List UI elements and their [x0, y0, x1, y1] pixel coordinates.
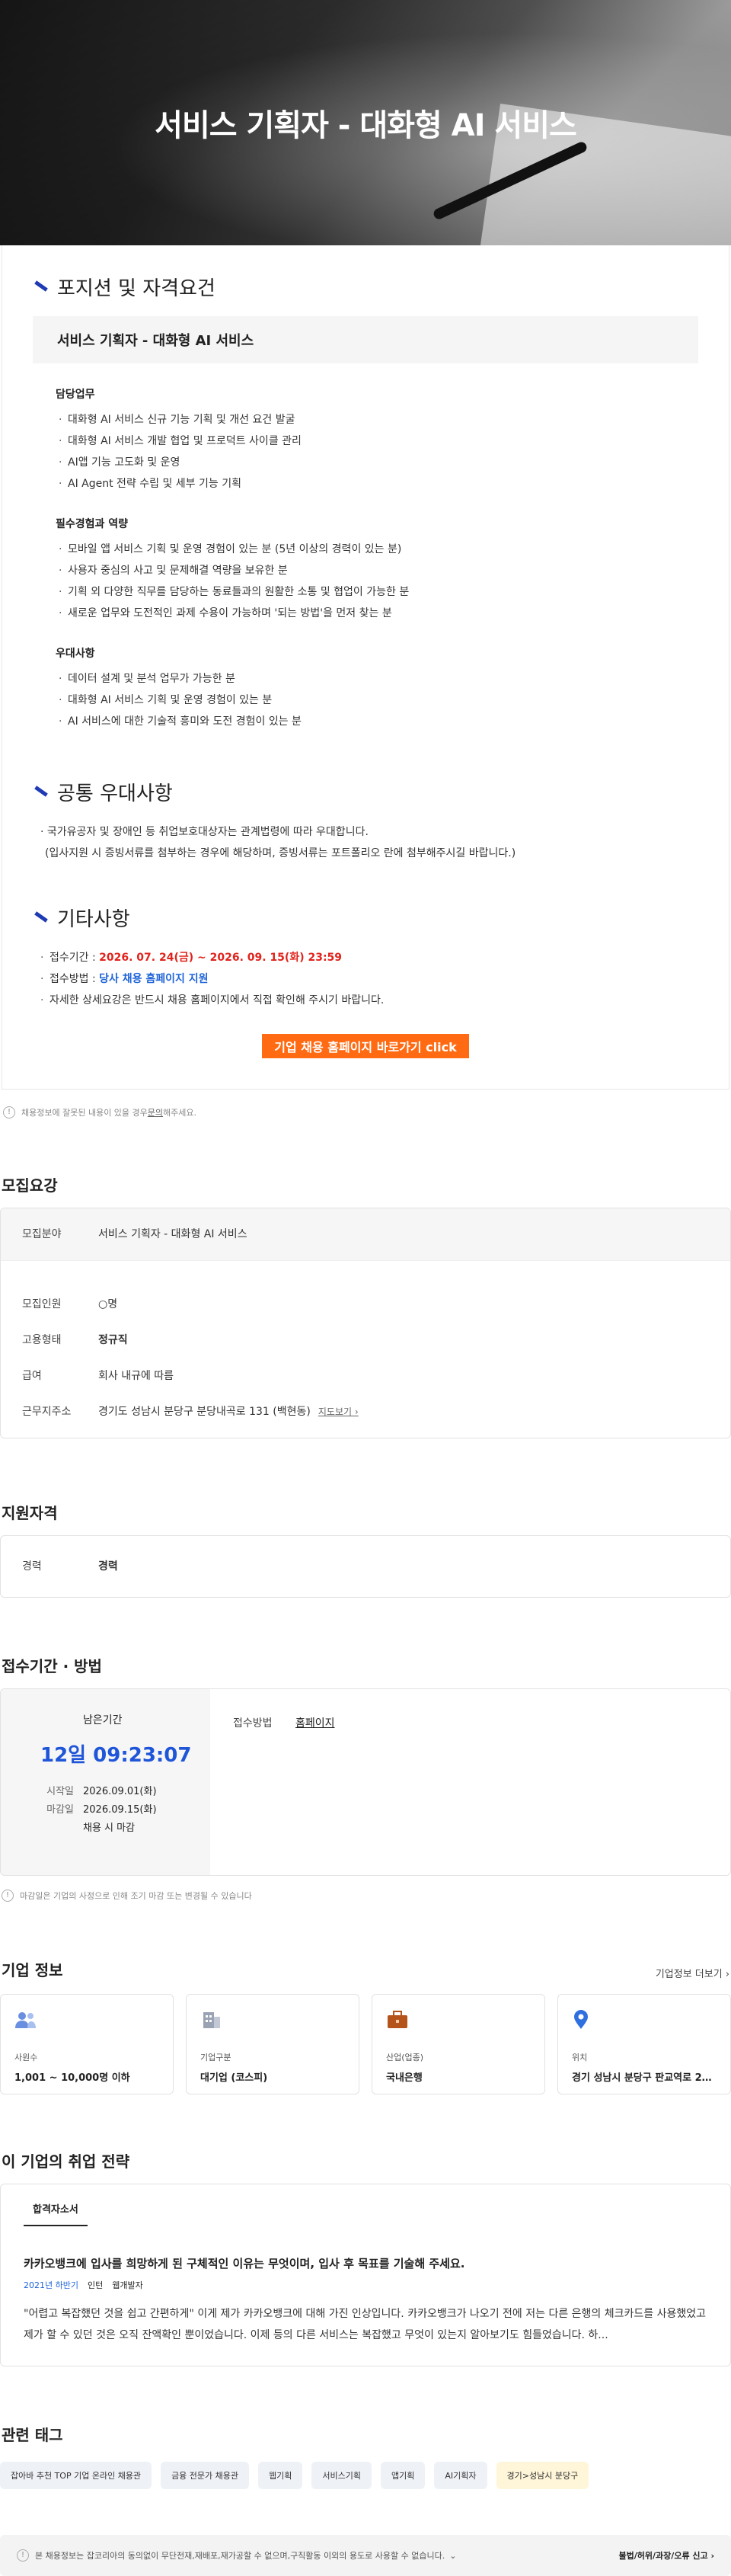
remaining-period-panel: 남은기간 12일 09:23:07 시작일 2026.09.01(화) 마감일 20… — [1, 1689, 210, 1875]
company-more-link[interactable]: 기업정보 더보기 › — [656, 1966, 729, 1980]
footer-bar: ! 본 채용정보는 잡코리아의 동의없이 무단전재,재배포,재가공할 수 없으며,… — [0, 2535, 731, 2576]
common-preference: · 국가유공자 및 장애인 등 취업보호대상자는 관계법령에 따라 우대합니다.… — [40, 826, 516, 859]
list-item: 새로운 업무와 도전적인 과제 수용이 가능하며 '되는 방법'을 먼저 찾는 … — [56, 603, 698, 624]
list-item: AI 서비스에 대한 기술적 흥미와 도전 경험이 있는 분 — [56, 711, 698, 732]
heading-mark-icon — [33, 912, 49, 924]
tab-cover-letter[interactable]: 합격자소서 — [24, 2184, 88, 2226]
tags-title: 관련 태그 — [2, 2426, 63, 2444]
hero-banner: 서비스 기획자 - 대화형 AI 서비스 — [0, 0, 731, 245]
preferred-title: 우대사항 — [56, 648, 95, 660]
info-icon: ! — [17, 2549, 29, 2562]
hero-title: 서비스 기획자 - 대화형 AI 서비스 — [155, 108, 577, 143]
info-icon: ! — [2, 1890, 14, 1902]
strategy-answer: "어렵고 복잡했던 것을 쉽고 간편하게" 이게 제가 카카오뱅크에 대해 가진… — [24, 2308, 706, 2341]
building-icon — [203, 2012, 220, 2028]
company-card-industry: 산업(업종) 국내은행 — [372, 1994, 545, 2094]
list-item: AI앱 기능 고도화 및 운영 — [56, 452, 698, 473]
qualification-title: 지원자격 — [2, 1504, 58, 1522]
heading-mark-icon — [33, 786, 49, 798]
people-icon — [15, 2012, 36, 2028]
recruit-salary-row: 급여 회사 내규에 따름 — [22, 1370, 174, 1382]
strategy-title: 이 기업의 취업 전략 — [2, 2152, 130, 2171]
apply-homepage-link[interactable]: 홈페이지 — [295, 1717, 335, 1730]
chevron-down-icon[interactable]: ⌄ — [449, 2551, 456, 2561]
company-info-title: 기업 정보 — [2, 1961, 63, 1979]
tag-item[interactable]: 잡아바 추천 TOP 기업 온라인 채용관 — [0, 2462, 152, 2489]
apply-method: 접수방법 홈페이지 — [233, 1717, 335, 1730]
report-illegal-link[interactable]: 불법/허위/과장/오류 신고 › — [619, 2549, 714, 2562]
list-item: 대화형 AI 서비스 신규 기능 기획 및 개선 요건 발굴 — [56, 409, 698, 430]
company-cards: 사원수 1,001 ~ 10,000명 이하 기업구분 대기업 (코스피) 산업… — [0, 1994, 731, 2094]
period-value: 2026. 07. 24(금) ~ 2026. 09. 15(화) 23:59 — [99, 952, 343, 964]
list-item: 기획 외 다양한 직무를 담당하는 동료들과의 원활한 소통 및 협업이 가능한… — [56, 581, 698, 603]
tag-item[interactable]: 웹기획 — [258, 2462, 303, 2489]
map-link[interactable]: 지도보기 › — [318, 1404, 359, 1419]
tag-item[interactable]: 앱기획 — [381, 2462, 426, 2489]
tag-item[interactable]: 금융 전문가 채용관 — [161, 2462, 250, 2489]
company-card-employees: 사원수 1,001 ~ 10,000명 이하 — [0, 1994, 174, 2094]
inquiry-link[interactable]: 문의 — [148, 1106, 163, 1118]
briefcase-icon — [388, 2011, 407, 2028]
deadline-note: ! 마감일은 기업의 사정으로 인해 조기 마감 또는 변경될 수 있습니다 — [0, 1876, 731, 1902]
list-item: 대화형 AI 서비스 기획 및 운영 경험이 있는 분 — [56, 690, 698, 711]
recruit-title: 모집요강 — [2, 1176, 58, 1195]
apply-card: 남은기간 12일 09:23:07 시작일 2026.09.01(화) 마감일 20… — [0, 1688, 731, 1876]
recruit-field-row: 모집분야 서비스 기획자 - 대화형 AI 서비스 — [1, 1208, 730, 1261]
etc-info: · 접수기간 : 2026. 07. 24(금) ~ 2026. 09. 15(화… — [40, 952, 385, 1006]
report-notice: ! 채용정보에 잘못된 내용이 있을 경우 문의 해주세요. — [0, 1090, 731, 1118]
duties-group: 담당업무 대화형 AI 서비스 신규 기능 기획 및 개선 요건 발굴 대화형 … — [56, 386, 698, 494]
section-heading-position: 포지션 및 자격요건 — [33, 273, 698, 301]
method-value: 당사 채용 홈페이지 지원 — [99, 973, 209, 985]
list-item: 사용자 중심의 사고 및 문제해결 역량을 보유한 분 — [56, 560, 698, 581]
tag-item[interactable]: 서비스기획 — [311, 2462, 372, 2489]
recruit-type-row: 고용형태 정규직 — [22, 1334, 128, 1346]
company-card-type: 기업구분 대기업 (코스피) — [186, 1994, 359, 2094]
duties-title: 담당업무 — [56, 389, 95, 401]
list-item: 모바일 앱 서비스 기획 및 운영 경험이 있는 분 (5년 이상의 경력이 있… — [56, 539, 698, 560]
tag-item[interactable]: 경기>성남시 분당구 — [496, 2462, 589, 2489]
position-title-box: 서비스 기획자 - 대화형 AI 서비스 — [33, 316, 698, 363]
required-group: 필수경험과 역량 모바일 앱 서비스 기획 및 운영 경험이 있는 분 (5년 … — [56, 516, 698, 624]
strategy-question[interactable]: 카카오뱅크에 입사를 희망하게 된 구체적인 이유는 무엇이며, 입사 후 목표… — [24, 2255, 707, 2271]
pin-icon — [574, 2010, 588, 2029]
job-description: 포지션 및 자격요건 서비스 기획자 - 대화형 AI 서비스 담당업무 대화형… — [2, 245, 729, 1090]
qualification-card: 경력 경력 — [0, 1535, 731, 1598]
company-homepage-button[interactable]: 기업 채용 홈페이지 바로가기 click — [262, 1034, 469, 1058]
recruit-count-row: 모집인원 ○명 — [22, 1298, 118, 1310]
list-item: 대화형 AI 서비스 개발 협업 및 프로덕트 사이클 관리 — [56, 430, 698, 452]
list-item: AI Agent 전략 수립 및 세부 기능 기획 — [56, 473, 698, 494]
company-card-location: 위치 경기 성남시 분당구 판교역로 23... — [557, 1994, 731, 2094]
page: 서비스 기획자 - 대화형 AI 서비스 포지션 및 자격요건 서비스 기획자 … — [0, 0, 731, 2576]
tag-list: 잡아바 추천 TOP 기업 온라인 채용관 금융 전문가 채용관 웹기획 서비스… — [0, 2462, 731, 2489]
tag-item[interactable]: AI기획자 — [434, 2462, 487, 2489]
strategy-card: 합격자소서 카카오뱅크에 입사를 희망하게 된 구체적인 이유는 무엇이며, 입… — [0, 2184, 731, 2366]
info-icon: ! — [3, 1106, 15, 1118]
section-heading-etc: 기타사항 — [33, 904, 698, 932]
preferred-group: 우대사항 데이터 설계 및 분석 업무가 가능한 분 대화형 AI 서비스 기획… — [56, 645, 698, 732]
recruit-location-row: 근무지주소 경기도 성남시 분당구 분당내곡로 131 (백현동) 지도보기 › — [22, 1404, 359, 1419]
required-title: 필수경험과 역량 — [56, 518, 129, 530]
heading-mark-icon — [33, 281, 49, 293]
list-item: 데이터 설계 및 분석 업무가 가능한 분 — [56, 668, 698, 690]
remaining-time: 12일 09:23:07 — [40, 1744, 192, 1767]
apply-title: 접수기간 · 방법 — [2, 1657, 102, 1675]
recruit-card: 모집분야 서비스 기획자 - 대화형 AI 서비스 모집인원 ○명 고용형태 정규직 … — [0, 1208, 731, 1438]
section-heading-common: 공통 우대사항 — [33, 778, 698, 806]
